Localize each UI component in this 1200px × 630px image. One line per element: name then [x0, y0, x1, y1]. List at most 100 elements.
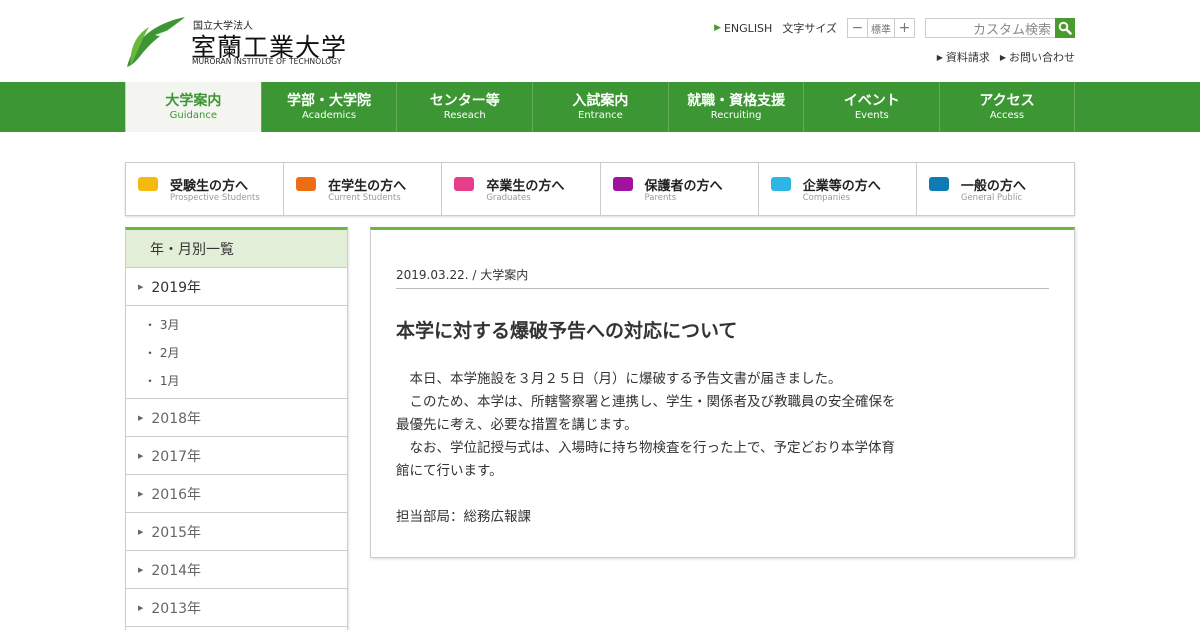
- sidebar-year-label: 2014年: [151, 562, 202, 579]
- caret-right-icon: ▶: [138, 527, 144, 536]
- arrow-right-icon: ▶: [999, 52, 1006, 62]
- sidebar-month-list: ・ 3月 ・ 2月 ・ 1月: [126, 306, 347, 399]
- article-title: 本学に対する爆破予告への対応について: [396, 320, 738, 342]
- archive-sidebar: 年・月別一覧 ▶ 2019年 ・ 3月 ・ 2月 ・ 1月 ▶ 2018年 ▶ …: [125, 227, 348, 630]
- font-increase-button[interactable]: +: [895, 19, 914, 37]
- university-logo[interactable]: 国立大学法人 室蘭工業大学 MURORAN INSTITUTE OF TECHN…: [125, 15, 365, 71]
- nav-item-label: アクセス: [979, 93, 1035, 109]
- nav-item-sublabel: Recruiting: [710, 110, 762, 121]
- nav-item-recruiting[interactable]: 就職・資格支援 Recruiting: [667, 82, 804, 132]
- audience-sublabel: Current Students: [328, 193, 401, 203]
- caret-right-icon: ▶: [138, 603, 144, 612]
- nav-item-sublabel: Access: [989, 110, 1025, 121]
- audience-sublabel: General Public: [960, 193, 1023, 203]
- nav-item-research[interactable]: センター等 Reseach: [396, 82, 532, 132]
- sidebar-year-label: 2018年: [151, 410, 202, 427]
- arrow-right-icon: ▶: [936, 52, 943, 62]
- audience-graduates[interactable]: 卒業生の方へ Graduates: [442, 163, 601, 215]
- sidebar-year-label: 2019年: [151, 279, 202, 296]
- article-paragraph: 本日、本学施設を３月２５日（月）に爆破する予告文書が届きました。: [396, 371, 842, 387]
- sidebar-year-2015[interactable]: ▶ 2015年: [126, 513, 347, 551]
- sidebar-year-label: 2016年: [151, 486, 202, 503]
- sidebar-year-2013[interactable]: ▶ 2013年: [126, 589, 347, 627]
- audience-label: 卒業生の方へ: [486, 179, 565, 194]
- article-meta: 2019.03.22. / 大学案内: [396, 266, 1049, 289]
- caret-right-icon: ▶: [138, 282, 144, 291]
- nav-item-sublabel: Entrance: [578, 110, 623, 121]
- nav-item-access[interactable]: アクセス Access: [939, 82, 1075, 132]
- color-square-icon: [612, 177, 633, 191]
- audience-prospective-students[interactable]: 受験生の方へ Prospective Students: [126, 163, 285, 215]
- contact-label: お問い合わせ: [1009, 51, 1075, 64]
- caret-right-icon: ▶: [138, 489, 144, 498]
- nav-item-academics[interactable]: 学部・大学院 Academics: [260, 82, 397, 132]
- site-header: 国立大学法人 室蘭工業大学 MURORAN INSTITUTE OF TECHN…: [0, 0, 1200, 82]
- sidebar-year-2016[interactable]: ▶ 2016年: [126, 475, 347, 513]
- color-square-icon: [928, 177, 949, 191]
- english-link[interactable]: ▶ ENGLISH: [714, 22, 772, 35]
- sidebar-year-2014[interactable]: ▶ 2014年: [126, 551, 347, 589]
- news-article: 2019.03.22. / 大学案内 本学に対する爆破予告への対応について 本日…: [370, 227, 1075, 558]
- sidebar-year-label: 2015年: [151, 524, 202, 541]
- audience-sublabel: Prospective Students: [170, 193, 260, 203]
- audience-label: 企業等の方へ: [802, 179, 881, 194]
- sidebar-month-february[interactable]: ・ 2月: [126, 338, 347, 366]
- audience-label: 在学生の方へ: [328, 179, 407, 194]
- font-size-label: 文字サイズ: [782, 22, 837, 35]
- nav-item-label: 入試案内: [572, 93, 629, 109]
- nav-item-sublabel: Reseach: [443, 110, 486, 121]
- caret-right-icon: ▶: [138, 413, 144, 422]
- nav-item-sublabel: Academics: [302, 110, 357, 121]
- nav-item-label: イベント: [843, 93, 900, 109]
- article-paragraph: なお、学位記授与式は、入場時に持ち物検査を行った上で、予定どおり本学体育館にて行…: [396, 440, 895, 479]
- article-body: 本日、本学施設を３月２５日（月）に爆破する予告文書が届きました。 このため、本学…: [396, 368, 906, 529]
- audience-label: 一般の方へ: [960, 179, 1026, 194]
- nav-item-label: 学部・大学院: [287, 93, 372, 109]
- utility-bar: ▶ ENGLISH 文字サイズ − 標準 +: [714, 17, 1075, 39]
- nav-item-label: 大学案内: [165, 93, 222, 109]
- audience-sublabel: Graduates: [486, 193, 531, 203]
- audience-label: 受験生の方へ: [170, 179, 249, 194]
- search-button[interactable]: [1055, 18, 1075, 38]
- color-square-icon: [296, 177, 317, 191]
- font-size-control: − 標準 +: [847, 18, 915, 38]
- nav-item-events[interactable]: イベント Events: [803, 82, 939, 132]
- caret-right-icon: ▶: [138, 565, 144, 574]
- nav-item-label: 就職・資格支援: [687, 93, 786, 109]
- request-materials-label: 資料請求: [945, 51, 990, 64]
- search-input[interactable]: [925, 18, 1055, 38]
- audience-parents[interactable]: 保護者の方へ Parents: [601, 163, 759, 215]
- header-sublinks: ▶ 資料請求 ▶ お問い合わせ: [927, 49, 1075, 65]
- audience-current-students[interactable]: 在学生の方へ Current Students: [284, 163, 443, 215]
- audience-general-public[interactable]: 一般の方へ General Public: [917, 163, 1074, 215]
- audience-sublabel: Companies: [802, 193, 851, 203]
- sidebar-year-2018[interactable]: ▶ 2018年: [126, 399, 347, 437]
- audience-label: 保護者の方へ: [644, 179, 723, 194]
- audience-companies[interactable]: 企業等の方へ Companies: [759, 163, 917, 215]
- sidebar-month-march[interactable]: ・ 3月: [126, 310, 347, 338]
- sidebar-year-2017[interactable]: ▶ 2017年: [126, 437, 347, 475]
- nav-item-sublabel: Guidance: [169, 110, 218, 121]
- sidebar-year-2019[interactable]: ▶ 2019年: [126, 268, 347, 306]
- contact-link[interactable]: ▶ お問い合わせ: [1000, 49, 1075, 65]
- sidebar-year-label: 2013年: [151, 600, 202, 617]
- leaf-logo-icon: [127, 17, 185, 67]
- global-nav: 大学案内 Guidance 学部・大学院 Academics センター等 Res…: [0, 82, 1200, 132]
- sidebar-year-label: 2017年: [151, 448, 202, 465]
- font-standard-button[interactable]: 標準: [867, 19, 895, 37]
- color-square-icon: [770, 177, 791, 191]
- article-paragraph: このため、本学は、所轄警察署と連携し、学生・関係者及び教職員の安全確保を最優先に…: [396, 394, 896, 433]
- article-department: 担当部局：総務広報課: [396, 509, 531, 525]
- request-materials-link[interactable]: ▶ 資料請求: [937, 49, 990, 65]
- sidebar-month-january[interactable]: ・ 1月: [126, 366, 347, 394]
- search-box: [925, 18, 1075, 38]
- nav-item-label: センター等: [429, 93, 500, 109]
- nav-item-guidance[interactable]: 大学案内 Guidance: [125, 82, 261, 132]
- nav-item-sublabel: Events: [854, 110, 889, 121]
- nav-item-entrance[interactable]: 入試案内 Entrance: [532, 82, 668, 132]
- sidebar-heading: 年・月別一覧: [126, 230, 347, 268]
- color-square-icon: [138, 177, 158, 191]
- audience-menu: 受験生の方へ Prospective Students 在学生の方へ Curre…: [125, 162, 1075, 216]
- font-decrease-button[interactable]: −: [848, 19, 867, 37]
